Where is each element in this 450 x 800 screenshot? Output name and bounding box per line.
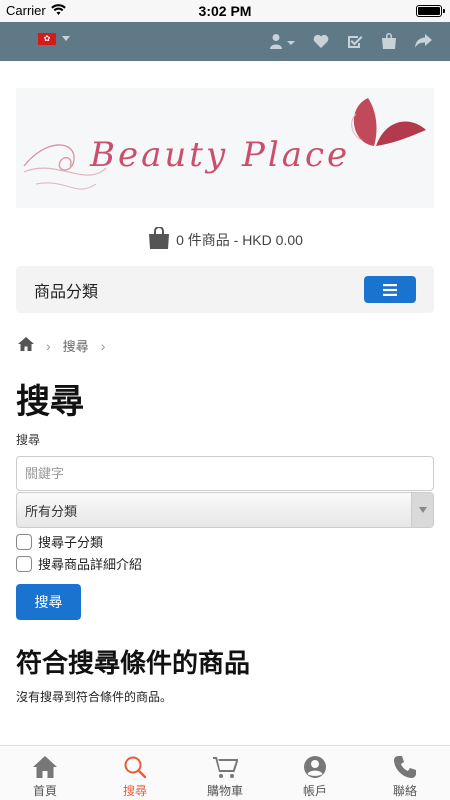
tab-contact-label: 聯絡: [392, 784, 417, 798]
description-checkbox-row[interactable]: 搜尋商品詳細介紹: [16, 554, 142, 573]
search-field-label: 搜尋: [16, 433, 41, 447]
tab-search-label: 搜尋: [122, 784, 147, 798]
search-button[interactable]: 搜尋: [16, 584, 81, 620]
tab-home[interactable]: 首頁: [0, 746, 90, 800]
user-icon[interactable]: [268, 30, 298, 52]
tab-home-label: 首頁: [32, 784, 57, 798]
tab-account[interactable]: 帳戶: [270, 746, 360, 800]
category-menu-button[interactable]: [364, 276, 416, 303]
bag-icon: [147, 226, 171, 252]
cart-summary-text: 0 件商品 - HKD 0.00: [176, 231, 303, 248]
home-icon: [33, 756, 57, 778]
top-toolbar: ✿: [0, 22, 450, 61]
status-bar: Carrier 3:02 PM: [0, 0, 450, 22]
subcategory-checkbox[interactable]: [16, 533, 32, 550]
search-icon: [124, 756, 147, 779]
account-icon: [304, 756, 326, 778]
logo-text: Beauty Place: [89, 135, 350, 175]
description-checkbox[interactable]: [16, 555, 32, 572]
cart-summary[interactable]: 0 件商品 - HKD 0.00: [0, 226, 450, 252]
chevron-right-icon: ›: [100, 337, 106, 354]
description-checkbox-label: 搜尋商品詳細介紹: [38, 557, 143, 572]
category-select[interactable]: 所有分類: [16, 492, 434, 528]
subcategory-checkbox-row[interactable]: 搜尋子分類: [16, 532, 103, 551]
share-icon[interactable]: [412, 30, 434, 52]
top-toolbar-icons: [268, 30, 434, 52]
results-heading: 符合搜尋條件的商品: [16, 648, 251, 678]
page-title: 搜尋: [16, 383, 84, 421]
breadcrumb-current[interactable]: 搜尋: [63, 336, 89, 355]
tab-account-label: 帳戶: [302, 784, 327, 798]
store-logo[interactable]: Beauty Place: [16, 88, 434, 208]
bottom-tab-bar: 首頁 搜尋 購物車 帳戶 聯絡: [0, 745, 450, 800]
no-results-message: 沒有搜尋到符合條件的商品。: [16, 690, 173, 704]
tab-cart-label: 購物車: [206, 784, 243, 798]
breadcrumb: › 搜尋 ›: [18, 336, 105, 355]
subcategory-checkbox-label: 搜尋子分類: [38, 535, 104, 550]
cart-icon: [213, 757, 238, 778]
category-label: 商品分類: [34, 283, 99, 301]
hong-kong-flag-icon[interactable]: ✿: [38, 33, 56, 45]
category-bar: 商品分類: [16, 266, 434, 313]
language-dropdown-caret[interactable]: [62, 36, 70, 41]
tab-search[interactable]: 搜尋: [90, 746, 180, 800]
chevron-right-icon: ›: [46, 337, 51, 354]
chevron-down-icon: [411, 493, 433, 527]
tab-cart[interactable]: 購物車: [180, 746, 270, 800]
clock: 3:02 PM: [198, 3, 252, 19]
battery-icon: [416, 5, 445, 17]
home-icon[interactable]: [18, 337, 34, 354]
keyword-input[interactable]: [16, 456, 434, 491]
hamburger-icon: [383, 283, 397, 296]
heart-icon[interactable]: [310, 30, 332, 52]
tab-contact[interactable]: 聯絡: [360, 746, 450, 800]
checkbox-icon[interactable]: [344, 30, 366, 52]
category-select-value: 所有分類: [25, 503, 78, 519]
bag-icon[interactable]: [378, 30, 400, 52]
phone-icon: [394, 756, 416, 778]
